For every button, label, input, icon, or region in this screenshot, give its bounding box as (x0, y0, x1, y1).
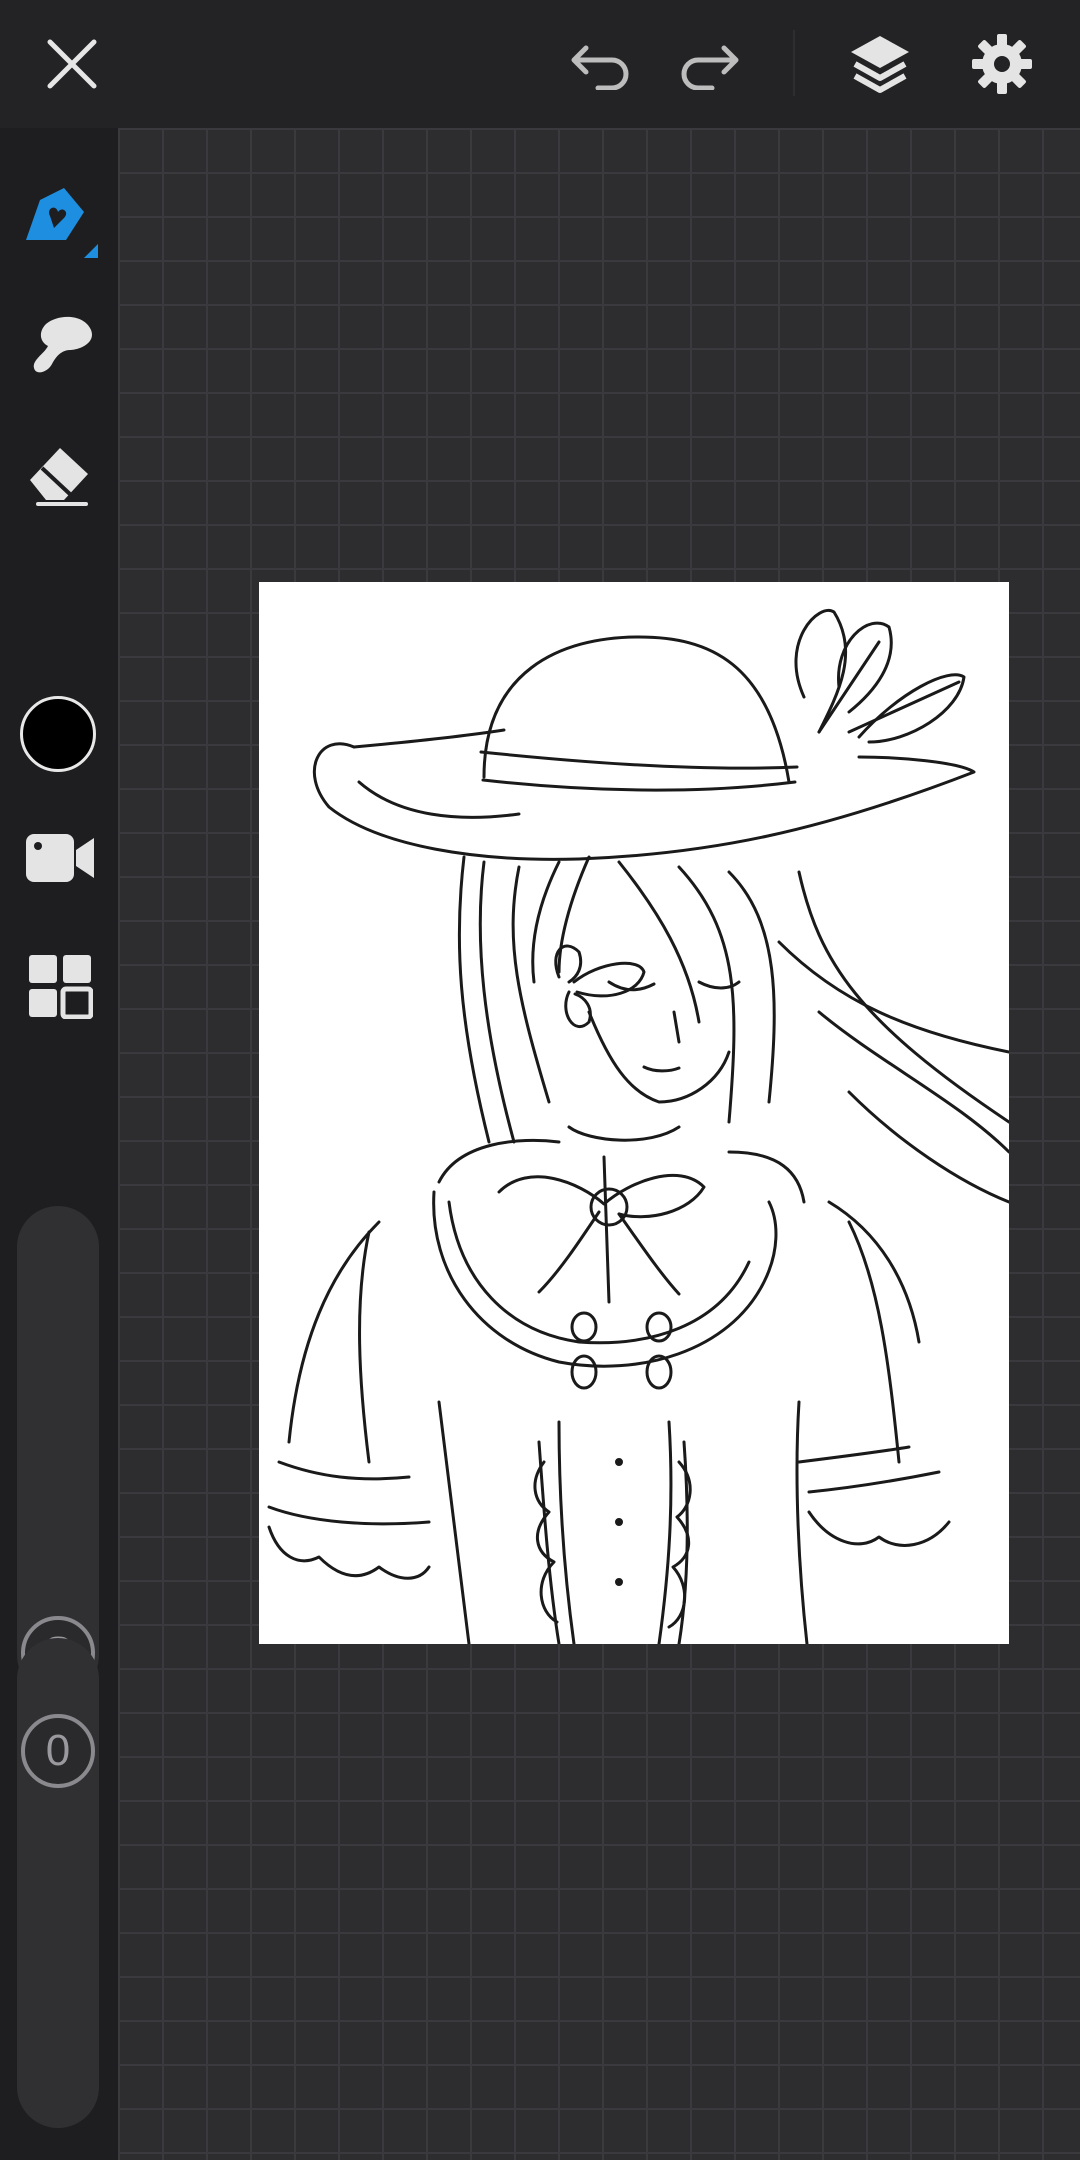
smudge-icon[interactable] (20, 304, 104, 388)
line-art-sketch (267, 609, 1009, 1644)
toolbar-divider (793, 30, 795, 96)
brush-icon[interactable] (18, 178, 102, 262)
gallery-grid-icon[interactable] (20, 946, 100, 1026)
opacity-slider-knob[interactable]: 0 (21, 1714, 95, 1788)
tool-sidebar: S 0 (0, 128, 118, 2160)
drawing-canvas[interactable] (259, 582, 1009, 1644)
color-picker[interactable] (20, 696, 96, 772)
undo-icon[interactable] (566, 34, 636, 94)
redo-icon[interactable] (674, 34, 744, 94)
brush-size-slider[interactable]: S (17, 1206, 99, 1696)
layers-icon[interactable] (844, 28, 916, 100)
settings-gear-icon[interactable] (966, 28, 1038, 100)
opacity-slider-label: 0 (45, 1726, 71, 1775)
close-icon[interactable] (38, 30, 106, 98)
eraser-icon[interactable] (20, 430, 104, 514)
top-toolbar (0, 0, 1080, 128)
video-record-icon[interactable] (20, 818, 100, 898)
opacity-slider[interactable]: 0 (17, 1638, 99, 2128)
